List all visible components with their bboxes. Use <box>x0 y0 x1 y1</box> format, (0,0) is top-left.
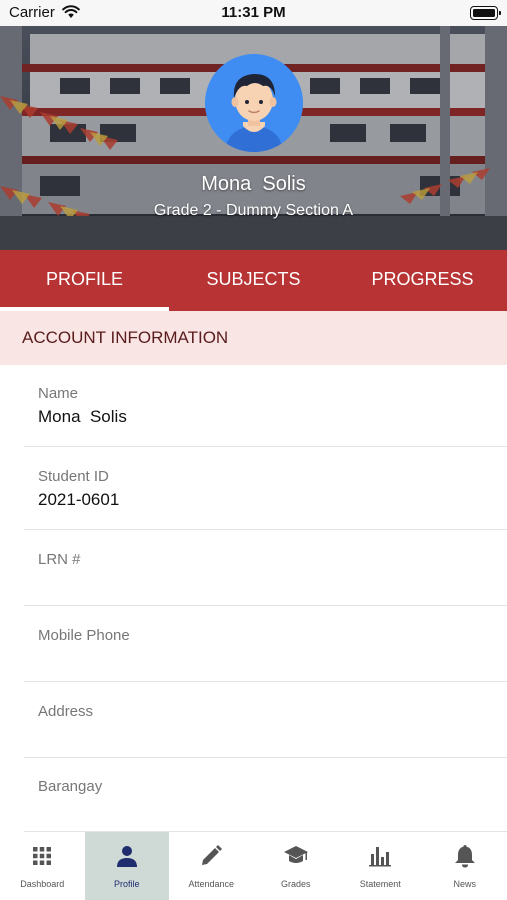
profile-header: Mona Solis Grade 2 - Dummy Section A <box>0 26 507 250</box>
grid-icon <box>29 843 55 869</box>
nav-label: Dashboard <box>20 879 65 889</box>
nav-news[interactable]: News <box>423 832 507 900</box>
nav-profile[interactable]: Profile <box>84 832 169 900</box>
field-label: Address <box>38 703 94 720</box>
graduation-cap-icon <box>283 843 309 869</box>
nav-label: News <box>453 879 476 889</box>
tab-subjects[interactable]: SUBJECTS <box>169 250 338 311</box>
field-lrn: LRN # <box>24 530 507 606</box>
nav-grades[interactable]: Grades <box>254 832 339 900</box>
clock: 11:31 PM <box>221 4 286 21</box>
field-label: LRN # <box>38 551 81 568</box>
field-student-id: Student ID 2021-0601 <box>24 447 507 530</box>
nav-label: Attendance <box>188 879 235 889</box>
field-value: 2021-0601 <box>38 490 120 509</box>
field-label: Student ID <box>38 468 109 485</box>
battery-icon <box>470 6 501 20</box>
nav-label: Statement <box>359 879 401 889</box>
nav-attendance[interactable]: Attendance <box>169 832 254 900</box>
nav-dashboard[interactable]: Dashboard <box>0 832 85 900</box>
status-bar: Carrier 11:31 PM <box>0 0 507 26</box>
student-avatar[interactable] <box>205 54 303 152</box>
account-information-header: ACCOUNT INFORMATION <box>0 311 507 365</box>
field-mobile-phone: Mobile Phone <box>24 606 507 682</box>
tab-profile[interactable]: PROFILE <box>0 250 169 311</box>
nav-label: Grades <box>280 879 311 889</box>
bottom-navigation: Dashboard Profile Attendance Grades Stat… <box>0 832 507 900</box>
field-label: Name <box>38 385 79 402</box>
field-label: Mobile Phone <box>38 627 130 644</box>
field-address: Address <box>24 682 507 758</box>
student-grade-section: Grade 2 - Dummy Section A <box>153 202 354 219</box>
nav-statement[interactable]: Statement <box>338 832 423 900</box>
field-barangay: Barangay <box>24 758 507 832</box>
pencil-icon <box>198 843 224 869</box>
student-name: Mona Solis <box>201 173 306 195</box>
field-value: Mona Solis <box>38 407 127 426</box>
nav-label: Profile <box>113 879 140 889</box>
profile-tabs: PROFILE SUBJECTS PROGRESS <box>0 250 507 311</box>
bell-icon <box>452 843 478 869</box>
person-icon <box>114 843 140 869</box>
field-label: Barangay <box>38 778 103 795</box>
field-name: Name Mona Solis <box>24 365 507 447</box>
tab-progress[interactable]: PROGRESS <box>338 250 507 311</box>
bar-chart-icon <box>367 843 393 869</box>
